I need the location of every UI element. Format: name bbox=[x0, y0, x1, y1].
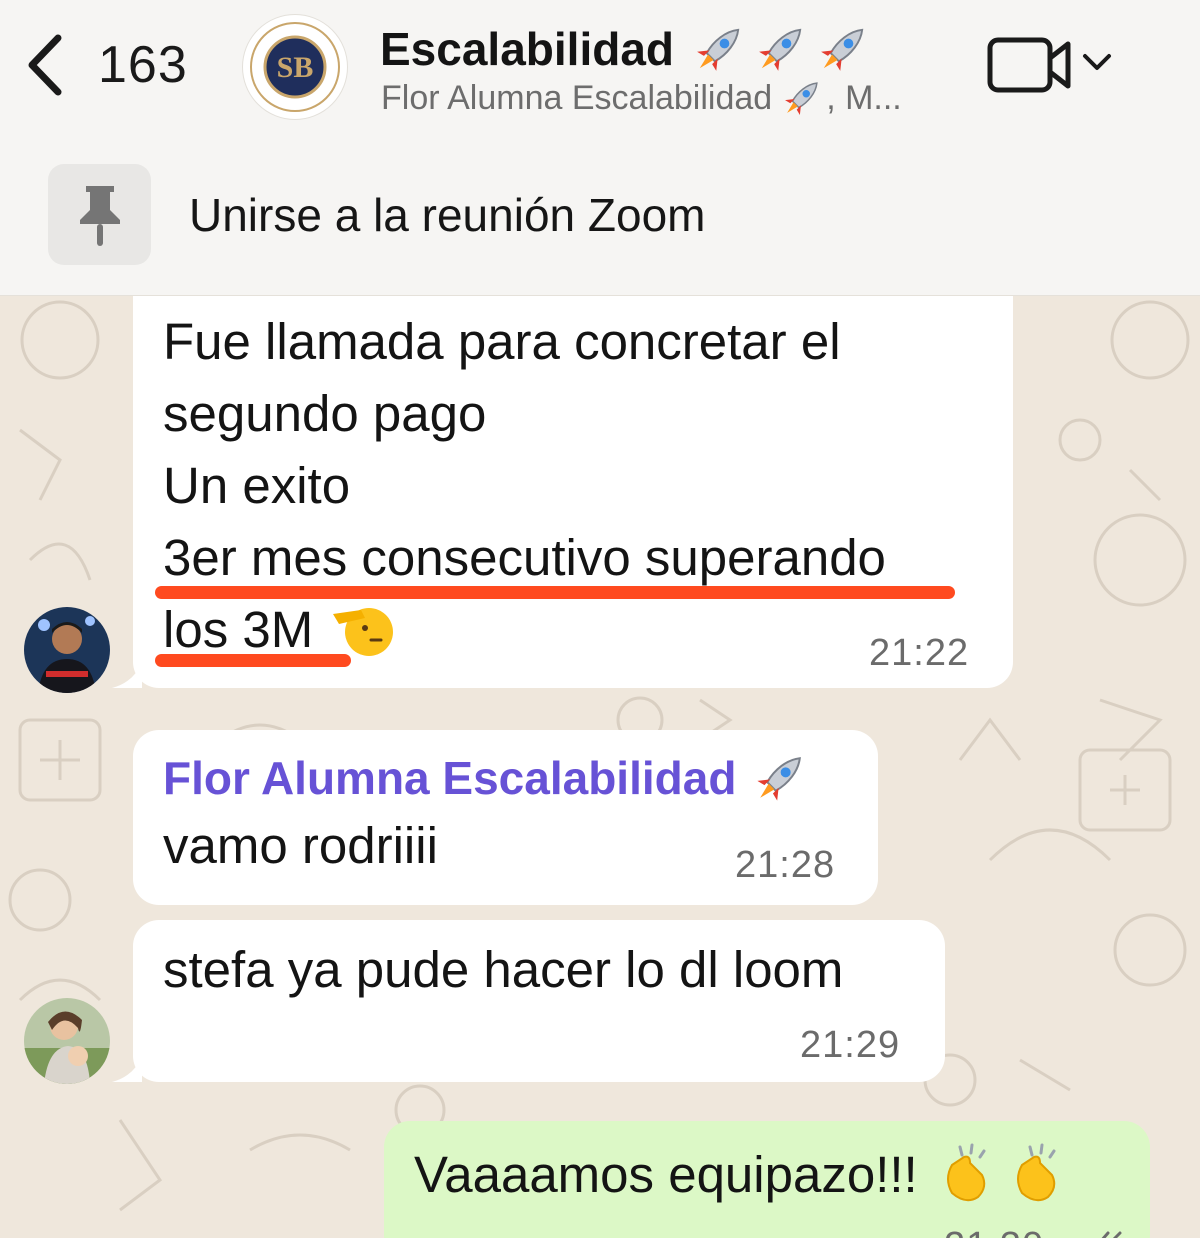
pinned-message-text: Unirse a la reunión Zoom bbox=[189, 189, 706, 241]
message-time: 21:28 bbox=[735, 844, 836, 886]
message-time: 21:29 bbox=[800, 1024, 901, 1066]
highlight-underline bbox=[155, 586, 955, 599]
message-bubble[interactable]: stefa ya pude hacer lo dl loom 21:29 bbox=[133, 920, 945, 1082]
message-line: segundo pago bbox=[163, 385, 487, 442]
rocket-icon bbox=[757, 757, 802, 801]
message-text: stefa ya pude hacer lo dl loom bbox=[163, 941, 844, 998]
message-text: vamo rodriiii bbox=[163, 817, 438, 874]
message-line: Fue llamada para concretar el bbox=[163, 313, 841, 370]
video-call-button[interactable] bbox=[985, 34, 1120, 98]
chevron-down-icon bbox=[1083, 54, 1111, 70]
back-button[interactable]: 163 bbox=[22, 30, 188, 100]
sender-avatar[interactable] bbox=[24, 998, 110, 1084]
pin-icon bbox=[48, 164, 151, 265]
title-rockets bbox=[688, 18, 874, 80]
rocket-icon bbox=[785, 82, 818, 115]
message-bubble[interactable]: Flor Alumna Escalabilidad vamo rodriiii … bbox=[133, 730, 878, 905]
message-bubble[interactable]: Fue llamada para concretar el segundo pa… bbox=[133, 296, 1013, 688]
clapping-hands-icon bbox=[946, 1143, 986, 1202]
saluting-face-icon bbox=[333, 608, 394, 656]
rocket-icon bbox=[697, 28, 740, 71]
svg-text:SB: SB bbox=[277, 51, 314, 84]
sb-logo: SB bbox=[250, 22, 340, 112]
clapping-hands-icon bbox=[1016, 1143, 1056, 1202]
message-text: Vaaaamos equipazo!!! bbox=[414, 1146, 918, 1203]
pinned-message-bar[interactable]: Unirse a la reunión Zoom bbox=[0, 140, 1200, 296]
message-line: 3er mes consecutivo superando bbox=[163, 529, 886, 586]
group-avatar[interactable]: SB bbox=[242, 14, 348, 120]
message-line: Un exito bbox=[163, 457, 351, 514]
outgoing-message-bubble[interactable]: Vaaaamos equipazo!!! 21:30 bbox=[384, 1121, 1150, 1238]
double-check-icon bbox=[1101, 1231, 1122, 1238]
chevron-left-icon bbox=[28, 34, 62, 96]
group-title[interactable]: Escalabilidad bbox=[380, 18, 874, 80]
bubble-tail bbox=[112, 662, 142, 688]
bubble-tail bbox=[112, 1056, 142, 1082]
unread-count: 163 bbox=[98, 36, 188, 94]
sender-name[interactable]: Flor Alumna Escalabilidad bbox=[163, 746, 812, 810]
message-time: 21:22 bbox=[869, 632, 970, 674]
sender-avatar[interactable] bbox=[24, 607, 110, 693]
rocket-icon bbox=[759, 28, 802, 71]
message-time: 21:30 bbox=[944, 1225, 1044, 1238]
rocket-icon bbox=[821, 28, 864, 71]
chat-header: 163 SB Escalabilidad Flor Alumna Escalab… bbox=[0, 0, 1200, 140]
highlight-underline bbox=[155, 654, 351, 667]
group-participants[interactable]: Flor Alumna Escalabilidad , M... bbox=[381, 74, 902, 122]
video-camera-icon bbox=[987, 37, 1111, 93]
